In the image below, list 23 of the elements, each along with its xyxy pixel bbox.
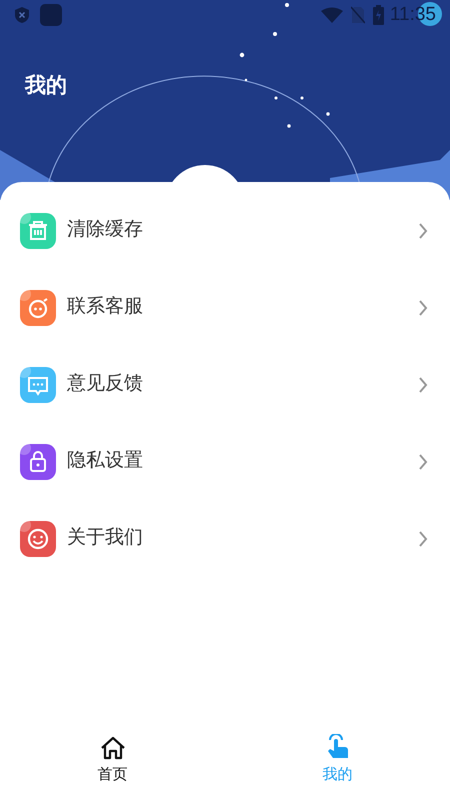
tab-item[interactable]: 首页 (0, 730, 225, 786)
page-title: 我的 (25, 73, 67, 99)
battery-icon (372, 5, 384, 25)
menu-label: 联系客服 (67, 295, 144, 320)
menu-item[interactable]: 清除缓存 (0, 192, 450, 269)
no-sim-icon (350, 6, 365, 24)
app-icon (40, 4, 62, 26)
home-icon (100, 736, 126, 760)
chevron-right-icon (418, 222, 428, 238)
chevron-right-icon (418, 454, 428, 470)
menu-label: 清除缓存 (67, 218, 144, 242)
menu-label: 意见反馈 (67, 372, 144, 396)
menu-label: 隐私设置 (67, 449, 144, 474)
menu-label: 关于我们 (67, 526, 144, 550)
wifi-icon (320, 7, 343, 23)
menu-item[interactable]: 关于我们 (0, 500, 450, 577)
chevron-right-icon (418, 376, 428, 392)
menu-item[interactable]: 意见反馈 (0, 346, 450, 423)
shield-icon (14, 6, 30, 24)
chevron-right-icon (418, 530, 428, 546)
chevron-right-icon (418, 300, 428, 316)
menu-item[interactable]: 隐私设置 (0, 423, 450, 500)
menu-item[interactable]: 联系客服 (0, 269, 450, 346)
